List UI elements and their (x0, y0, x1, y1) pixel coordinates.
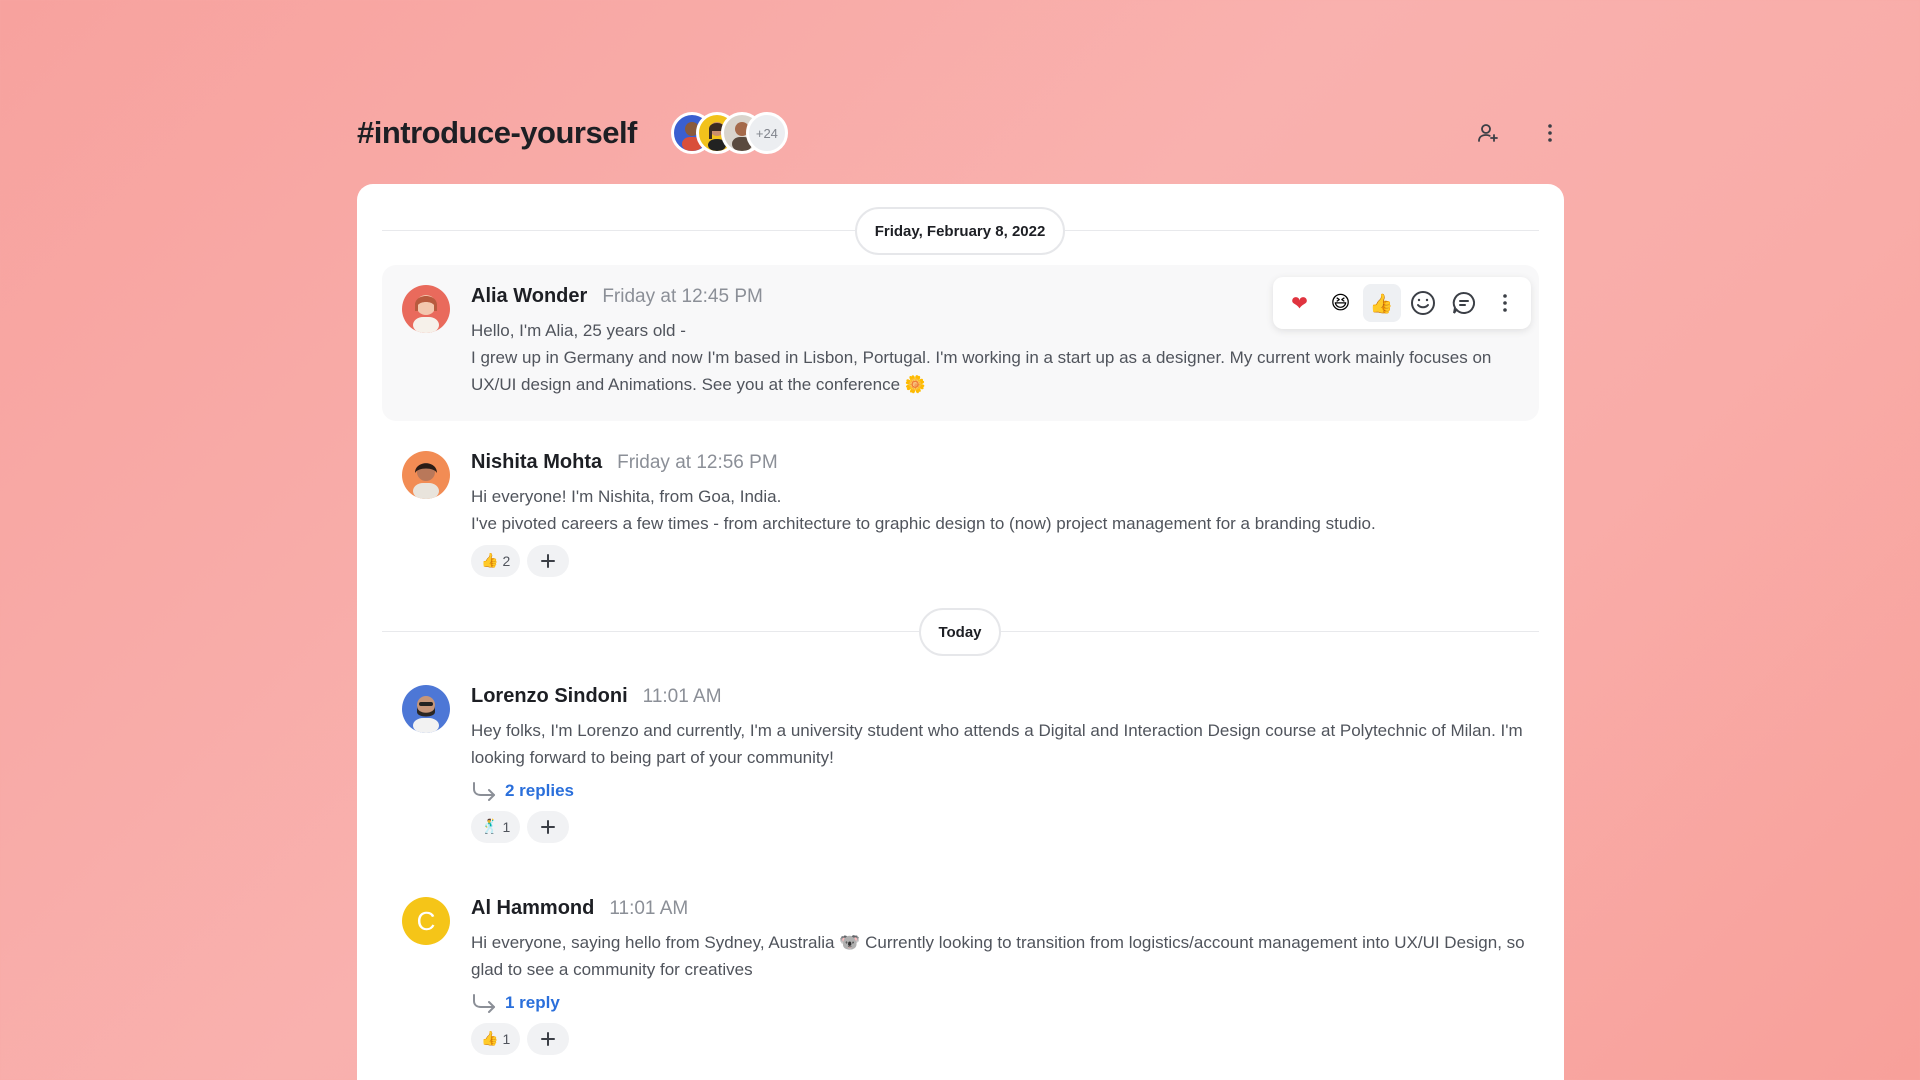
replies-count[interactable]: 2 replies (505, 781, 574, 801)
message-time: 11:01 AM (609, 898, 689, 919)
message-actions-toolbar: ❤ 😆 👍 (1273, 277, 1531, 329)
message-text: Hi everyone! I'm Nishita, from Goa, Indi… (471, 483, 1525, 537)
avatar[interactable] (402, 685, 450, 733)
avatar[interactable]: C (402, 897, 450, 945)
message-author[interactable]: Lorenzo Sindoni (471, 685, 628, 708)
reaction-count: 1 (502, 819, 511, 835)
reaction-emoji: 🕺 (481, 819, 499, 835)
reactions: 👍 2 (471, 545, 1525, 577)
message-line: I've pivoted careers a few times - from … (471, 514, 1376, 533)
person-icon (413, 295, 439, 333)
more-actions-button[interactable] (1486, 284, 1524, 322)
reaction-count: 2 (502, 553, 511, 569)
heart-reaction-button[interactable]: ❤ (1281, 284, 1319, 322)
message-author[interactable]: Nishita Mohta (471, 451, 602, 474)
more-vertical-icon (1502, 294, 1507, 312)
reactions: 👍 1 (471, 1023, 1525, 1055)
reply-arrow-icon (473, 994, 495, 1013)
reactions: 🕺 1 (471, 811, 1525, 843)
person-icon (413, 696, 439, 733)
message-item[interactable]: Lorenzo Sindoni 11:01 AM Hey folks, I'm … (382, 665, 1539, 865)
avatar[interactable] (402, 451, 450, 499)
add-user-icon[interactable] (1474, 119, 1502, 147)
more-vertical-icon[interactable] (1536, 119, 1564, 147)
reaction-emoji: 👍 (481, 1031, 499, 1047)
thumbs-up-icon: 👍 (1369, 292, 1394, 315)
avatar-letter: C (416, 905, 436, 936)
message-text: Hey folks, I'm Lorenzo and currently, I'… (471, 717, 1525, 771)
message-time: Friday at 12:45 PM (602, 286, 763, 307)
message-text: Hi everyone, saying hello from Sydney, A… (471, 929, 1525, 983)
message-author[interactable]: Al Hammond (471, 897, 594, 920)
thread-replies-link[interactable]: 1 reply (471, 991, 1525, 1015)
date-divider: Today (919, 608, 1001, 656)
member-avatars[interactable]: +24 (670, 111, 788, 155)
replies-count[interactable]: 1 reply (505, 993, 560, 1013)
message-line: Hi everyone, saying hello from Sydney, A… (471, 933, 1525, 979)
message-line: Hey folks, I'm Lorenzo and currently, I'… (471, 721, 1523, 767)
reaction-chip[interactable]: 👍 1 (471, 1023, 521, 1055)
plus-icon (541, 554, 556, 568)
message-line: I grew up in Germany and now I'm based i… (471, 348, 1492, 394)
message-panel: Friday, February 8, 2022 Alia Wonder Fri… (357, 184, 1564, 1080)
emoji-smile-icon (1410, 291, 1435, 315)
thread-replies-link[interactable]: 2 replies (471, 779, 1525, 803)
message-item[interactable]: C Al Hammond 11:01 AM Hi everyone, sayin… (382, 877, 1539, 1077)
reaction-emoji: 👍 (481, 553, 499, 569)
message-time: 11:01 AM (642, 686, 722, 707)
reaction-chip[interactable]: 🕺 1 (471, 811, 521, 843)
add-reaction-button[interactable] (527, 811, 570, 843)
add-reaction-button[interactable] (527, 545, 570, 577)
plus-icon (541, 820, 556, 834)
reply-arrow-icon (473, 782, 495, 801)
date-divider: Friday, February 8, 2022 (855, 207, 1065, 255)
member-count[interactable]: +24 (745, 112, 788, 154)
message-line: Hi everyone! I'm Nishita, from Goa, Indi… (471, 487, 782, 506)
reply-thread-icon (1452, 291, 1475, 314)
reaction-chip[interactable]: 👍 2 (471, 545, 521, 577)
message-time: Friday at 12:56 PM (617, 452, 778, 473)
avatar[interactable] (402, 285, 450, 333)
plus-icon (541, 1032, 556, 1046)
message-text: Hello, I'm Alia, 25 years old - I grew u… (471, 317, 1525, 398)
message-author[interactable]: Alia Wonder (471, 285, 587, 308)
message-item[interactable]: Alia Wonder Friday at 12:45 PM Hello, I'… (382, 265, 1539, 421)
heart-icon: ❤ (1291, 291, 1308, 315)
reply-thread-button[interactable] (1445, 284, 1483, 322)
channel-header: #introduce-yourself +24 (357, 108, 1564, 158)
person-icon (413, 463, 439, 499)
add-emoji-button[interactable] (1404, 284, 1442, 322)
reaction-count: 1 (502, 1031, 511, 1047)
laugh-reaction-button[interactable]: 😆 (1322, 284, 1360, 322)
channel-title: #introduce-yourself (357, 115, 637, 150)
laugh-icon: 😆 (1330, 292, 1351, 314)
add-reaction-button[interactable] (527, 1023, 570, 1055)
message-item[interactable]: Nishita Mohta Friday at 12:56 PM Hi ever… (382, 431, 1539, 581)
thumbs-up-reaction-button[interactable]: 👍 (1362, 284, 1401, 322)
